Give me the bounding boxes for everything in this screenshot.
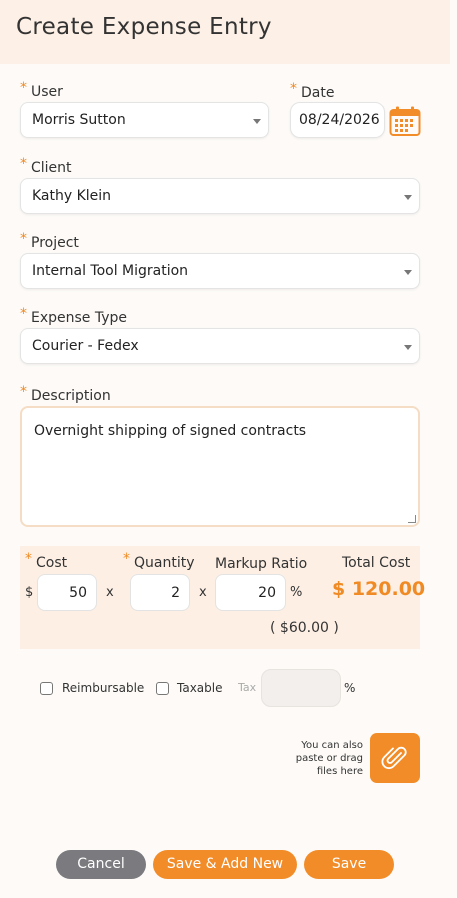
page-header: Create Expense Entry bbox=[0, 0, 450, 64]
chevron-down-icon bbox=[253, 119, 261, 124]
tax-percent-sign: % bbox=[344, 681, 356, 695]
user-label: * User bbox=[20, 80, 63, 100]
description-label: * Description bbox=[20, 384, 111, 404]
cost-input[interactable]: 50 bbox=[37, 574, 97, 611]
required-mark: * bbox=[20, 384, 27, 400]
percent-sign: % bbox=[290, 585, 303, 600]
date-value: 08/24/2026 bbox=[299, 112, 380, 128]
client-select[interactable]: Kathy Klein bbox=[20, 178, 420, 214]
project-select[interactable]: Internal Tool Migration bbox=[20, 253, 420, 289]
expense-type-label: * Expense Type bbox=[20, 306, 128, 326]
total-cost-label: Total Cost bbox=[342, 555, 411, 571]
multiply-sign: x bbox=[199, 585, 207, 600]
attach-file-button[interactable] bbox=[370, 733, 420, 783]
multiply-sign: x bbox=[106, 585, 114, 600]
calendar-icon[interactable] bbox=[389, 106, 421, 136]
required-mark: * bbox=[25, 551, 32, 567]
required-mark: * bbox=[20, 306, 27, 322]
client-select-value: Kathy Klein bbox=[32, 188, 112, 204]
required-mark: * bbox=[20, 80, 27, 96]
date-label: * Date bbox=[290, 81, 335, 101]
markup-ratio-value: 20 bbox=[258, 585, 276, 601]
required-mark: * bbox=[290, 81, 297, 97]
expense-type-select-value: Courier - Fedex bbox=[32, 338, 139, 354]
user-select-value: Morris Sutton bbox=[32, 112, 126, 128]
total-cost-value: $ 120.00 bbox=[332, 578, 426, 600]
chevron-down-icon bbox=[404, 195, 412, 200]
taxable-checkbox[interactable] bbox=[156, 682, 169, 695]
cancel-button[interactable]: Cancel bbox=[56, 850, 146, 879]
resize-handle-icon[interactable] bbox=[408, 515, 416, 523]
reimbursable-checkbox[interactable] bbox=[40, 682, 53, 695]
chevron-down-icon bbox=[404, 270, 412, 275]
markup-ratio-input[interactable]: 20 bbox=[215, 574, 286, 611]
project-select-value: Internal Tool Migration bbox=[32, 263, 189, 279]
tax-input[interactable] bbox=[261, 669, 341, 707]
required-mark: * bbox=[20, 156, 27, 172]
project-label: * Project bbox=[20, 231, 79, 251]
attachment-hint: You can also paste or drag files here bbox=[295, 740, 363, 777]
description-value: Overnight shipping of signed contracts bbox=[34, 423, 307, 439]
quantity-value: 2 bbox=[171, 585, 180, 601]
quantity-input[interactable]: 2 bbox=[130, 574, 190, 611]
date-input[interactable]: 08/24/2026 bbox=[290, 102, 385, 138]
taxable-label: Taxable bbox=[177, 681, 223, 695]
paperclip-icon bbox=[381, 746, 407, 770]
required-mark: * bbox=[20, 231, 27, 247]
reimbursable-label: Reimbursable bbox=[62, 681, 145, 695]
markup-amount: ( $60.00 ) bbox=[270, 620, 339, 636]
page-title: Create Expense Entry bbox=[16, 14, 272, 40]
markup-ratio-label: Markup Ratio bbox=[215, 556, 308, 572]
quantity-label: * Quantity bbox=[123, 551, 195, 571]
cost-label: * Cost bbox=[25, 551, 68, 571]
user-select[interactable]: Morris Sutton bbox=[20, 102, 269, 138]
cost-value: 50 bbox=[69, 585, 87, 601]
expense-type-select[interactable]: Courier - Fedex bbox=[20, 328, 420, 364]
client-label: * Client bbox=[20, 156, 72, 176]
currency-symbol: $ bbox=[25, 585, 34, 600]
save-and-add-new-button[interactable]: Save & Add New bbox=[153, 850, 297, 879]
chevron-down-icon bbox=[404, 345, 412, 350]
save-button[interactable]: Save bbox=[304, 850, 394, 879]
required-mark: * bbox=[123, 551, 130, 567]
tax-label: Tax bbox=[238, 681, 257, 694]
description-textarea[interactable]: Overnight shipping of signed contracts bbox=[20, 406, 420, 527]
